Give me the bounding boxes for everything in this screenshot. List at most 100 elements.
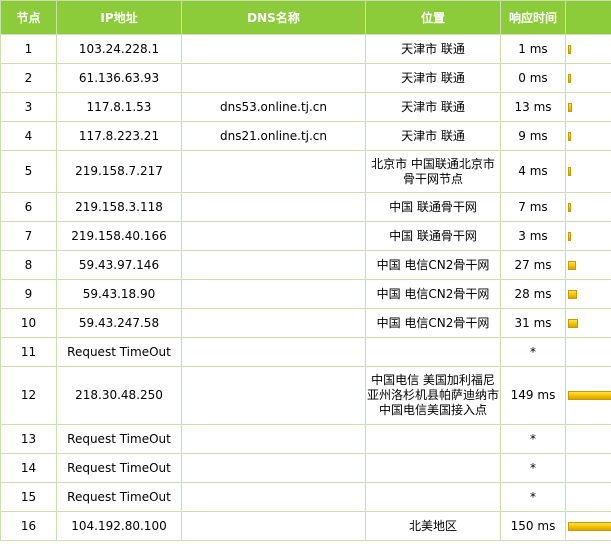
latency-bar [568, 318, 578, 328]
dns-name-cell [181, 192, 366, 222]
table-row: 2 61.136.63.93 天津市 联通 0 ms [0, 63, 611, 93]
location-cell: 中国电信 美国加利福尼亚州洛杉机县帕萨迪纳市中国电信美国接入点 [365, 366, 501, 425]
location-cell: 天津市 联通 [365, 92, 501, 122]
latency-bar-cell [565, 221, 611, 251]
dns-name-cell [181, 482, 366, 512]
location-cell: 中国 联通骨干网 [365, 221, 501, 251]
hop-cell: 3 [0, 92, 57, 122]
ip-address-cell: 117.8.1.53 [56, 92, 182, 122]
location-cell: 天津市 联通 [365, 121, 501, 151]
table-row: 12 218.30.48.250 中国电信 美国加利福尼亚州洛杉机县帕萨迪纳市中国电… [0, 366, 611, 425]
response-time-cell: 9 ms [500, 121, 566, 151]
latency-bar [568, 521, 611, 531]
ip-address-cell: 59.43.97.146 [56, 250, 182, 280]
response-time-cell: * [500, 453, 566, 483]
hop-cell: 7 [0, 221, 57, 251]
latency-bar [568, 289, 577, 299]
table-row: 14 Request TimeOut * [0, 453, 611, 483]
latency-bar [568, 391, 611, 400]
location-cell: 中国 电信CN2骨干网 [365, 279, 501, 309]
header-location: 位置 [365, 0, 501, 35]
latency-bar-cell [565, 121, 611, 151]
table-row: 16 104.192.80.100 北美地区 150 ms [0, 511, 611, 541]
hop-cell: 15 [0, 482, 57, 512]
hop-cell: 1 [0, 34, 57, 64]
ip-address-cell: Request TimeOut [56, 453, 182, 483]
hop-cell: 2 [0, 63, 57, 93]
location-cell: 中国 联通骨干网 [365, 192, 501, 222]
hop-cell: 8 [0, 250, 57, 280]
latency-bar-cell [565, 63, 611, 93]
latency-bar [568, 73, 571, 83]
traceroute-table: 节点 IP地址 DNS名称 位置 响应时间 1 103.24.228.1 天津市 联… [0, 0, 611, 541]
ip-address-cell: 59.43.247.58 [56, 308, 182, 338]
ip-address-cell: 219.158.7.217 [56, 150, 182, 193]
hop-cell: 4 [0, 121, 57, 151]
dns-name-cell [181, 34, 366, 64]
latency-bar [568, 44, 571, 54]
response-time-cell: * [500, 337, 566, 367]
latency-bar-cell [565, 453, 611, 483]
response-time-cell: 149 ms [500, 366, 566, 425]
response-time-cell: 3 ms [500, 221, 566, 251]
location-cell [365, 424, 501, 454]
response-time-cell: 150 ms [500, 511, 566, 541]
table-row: 15 Request TimeOut * [0, 482, 611, 512]
ip-address-cell: Request TimeOut [56, 424, 182, 454]
response-time-cell: * [500, 482, 566, 512]
latency-bar [568, 231, 571, 241]
latency-bar-cell [565, 511, 611, 541]
latency-bar [568, 131, 571, 141]
location-cell [365, 453, 501, 483]
location-cell: 北京市 中国联通北京市骨干网节点 [365, 150, 501, 193]
ip-address-cell: 219.158.40.166 [56, 221, 182, 251]
location-cell [365, 337, 501, 367]
table-header-row: 节点 IP地址 DNS名称 位置 响应时间 [0, 0, 611, 35]
dns-name-cell [181, 337, 366, 367]
header-hop: 节点 [0, 0, 57, 35]
dns-name-cell [181, 250, 366, 280]
table-row: 7 219.158.40.166 中国 联通骨干网 3 ms [0, 221, 611, 251]
header-ip-address: IP地址 [56, 0, 182, 35]
table-row: 1 103.24.228.1 天津市 联通 1 ms [0, 34, 611, 64]
response-time-cell: 13 ms [500, 92, 566, 122]
response-time-cell: 7 ms [500, 192, 566, 222]
header-response-time: 响应时间 [500, 0, 566, 35]
latency-bar-cell [565, 482, 611, 512]
location-cell: 天津市 联通 [365, 63, 501, 93]
table-row: 9 59.43.18.90 中国 电信CN2骨干网 28 ms [0, 279, 611, 309]
response-time-cell: * [500, 424, 566, 454]
response-time-cell: 27 ms [500, 250, 566, 280]
dns-name-cell: dns53.online.tj.cn [181, 92, 366, 122]
latency-bar-cell [565, 192, 611, 222]
dns-name-cell [181, 453, 366, 483]
response-time-cell: 1 ms [500, 34, 566, 64]
response-time-cell: 4 ms [500, 150, 566, 193]
location-cell: 中国 电信CN2骨干网 [365, 308, 501, 338]
header-latency-bar [565, 0, 611, 35]
location-cell: 北美地区 [365, 511, 501, 541]
latency-bar-cell [565, 34, 611, 64]
ip-address-cell: 59.43.18.90 [56, 279, 182, 309]
ip-address-cell: 219.158.3.118 [56, 192, 182, 222]
latency-bar [568, 202, 571, 212]
hop-cell: 11 [0, 337, 57, 367]
table-row: 10 59.43.247.58 中国 电信CN2骨干网 31 ms [0, 308, 611, 338]
table-row: 13 Request TimeOut * [0, 424, 611, 454]
table-row: 6 219.158.3.118 中国 联通骨干网 7 ms [0, 192, 611, 222]
dns-name-cell [181, 63, 366, 93]
latency-bar [568, 167, 571, 176]
latency-bar-cell [565, 337, 611, 367]
header-dns-name: DNS名称 [181, 0, 366, 35]
hop-cell: 5 [0, 150, 57, 193]
table-row: 5 219.158.7.217 北京市 中国联通北京市骨干网节点 4 ms [0, 150, 611, 193]
table-row: 11 Request TimeOut * [0, 337, 611, 367]
dns-name-cell [181, 366, 366, 425]
dns-name-cell [181, 279, 366, 309]
location-cell: 中国 电信CN2骨干网 [365, 250, 501, 280]
table-row: 8 59.43.97.146 中国 电信CN2骨干网 27 ms [0, 250, 611, 280]
ip-address-cell: 103.24.228.1 [56, 34, 182, 64]
location-cell: 天津市 联通 [365, 34, 501, 64]
hop-cell: 12 [0, 366, 57, 425]
ip-address-cell: Request TimeOut [56, 482, 182, 512]
